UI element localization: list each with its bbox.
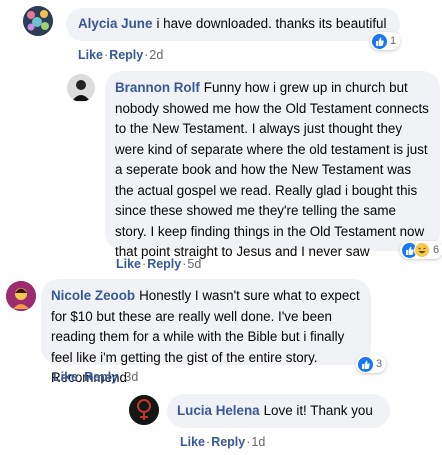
comment-actions: Like·Reply·5d <box>116 257 201 271</box>
reaction-summary[interactable]: 6 <box>400 241 442 259</box>
avatar-brannon-rolf[interactable] <box>67 74 95 102</box>
comment-actions: Like·Reply·3d <box>53 370 138 384</box>
comment-time[interactable]: 1d <box>251 435 265 449</box>
reply-button[interactable]: Reply <box>84 370 118 384</box>
avatar-lucia-helena[interactable] <box>129 395 159 425</box>
comment-author[interactable]: Alycia June <box>78 16 152 31</box>
avatar-alycia-june[interactable] <box>23 6 53 36</box>
comment-author[interactable]: Brannon Rolf <box>115 80 200 95</box>
comment-time[interactable]: 5d <box>187 257 201 271</box>
comment-text: Funny how i grew up in church but nobody… <box>115 80 429 259</box>
like-icon <box>358 356 373 372</box>
comment-time[interactable]: 2d <box>149 48 163 62</box>
reply-button[interactable]: Reply <box>147 257 181 271</box>
comment-bubble: Nicole Zeoob Honestly I wasn't sure what … <box>41 279 371 385</box>
comment-bubble: Lucia Helena Love it! Thank you <box>167 394 390 428</box>
comment-text: Love it! Thank you <box>263 403 373 418</box>
reaction-count: 1 <box>390 35 397 47</box>
comment-actions: Like·Reply·2d <box>78 48 163 62</box>
comment-bubble: Brannon Rolf Funny how i grew up in churc… <box>105 71 440 259</box>
like-button[interactable]: Like <box>116 257 141 271</box>
comment-time[interactable]: 3d <box>124 370 138 384</box>
like-button[interactable]: Like <box>53 370 78 384</box>
haha-icon <box>414 242 430 258</box>
like-button[interactable]: Like <box>180 435 205 449</box>
comment-bubble: Alycia June i have downloaded. thanks its… <box>66 8 400 41</box>
avatar-nicole-zeoob[interactable] <box>6 281 36 311</box>
reply-button[interactable]: Reply <box>109 48 143 62</box>
comment-text: i have downloaded. thanks its beautiful <box>156 16 387 31</box>
reaction-count: 6 <box>433 244 440 256</box>
reaction-summary[interactable]: 3 <box>356 355 387 373</box>
comment-author[interactable]: Lucia Helena <box>177 403 260 418</box>
reply-button[interactable]: Reply <box>211 435 245 449</box>
like-button[interactable]: Like <box>78 48 103 62</box>
comment-actions: Like·Reply·1d <box>180 435 265 449</box>
reaction-summary[interactable]: 1 <box>370 32 401 50</box>
comment-author[interactable]: Nicole Zeoob <box>51 288 135 303</box>
like-icon <box>372 33 387 49</box>
reaction-count: 3 <box>376 358 383 370</box>
